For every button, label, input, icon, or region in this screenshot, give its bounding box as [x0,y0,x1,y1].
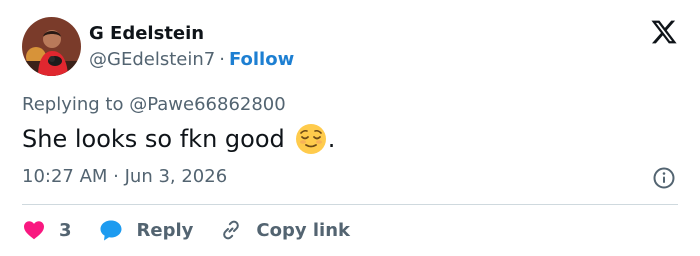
author-name[interactable]: G Edelstein [89,22,204,46]
divider [22,204,678,205]
reply-button[interactable]: Reply [98,218,194,242]
x-logo-icon[interactable] [650,18,678,46]
follow-button[interactable]: Follow [229,49,294,70]
timestamp[interactable]: 10:27 AM · Jun 3, 2026 [22,165,227,189]
author-handle-row: @GEdelstein7 · Follow [89,48,294,72]
replying-prefix: Replying to [22,94,124,115]
info-icon[interactable] [652,166,676,190]
reply-label: Reply [136,219,194,241]
reply-bubble-icon [100,220,122,241]
separator-dot: · [219,49,225,70]
replying-mention[interactable]: @Pawe66862800 [129,94,286,115]
copy-link-button[interactable]: Copy link [219,218,350,242]
relieved-face-icon [295,124,326,154]
action-bar: 3 Reply Copy link [22,214,376,246]
link-icon [223,220,240,240]
avatar[interactable] [22,17,81,76]
tweet-card: G Edelstein @GEdelstein7 · Follow Replying… [0,0,700,256]
author-handle[interactable]: @GEdelstein7 [89,49,215,70]
copy-link-label: Copy link [256,219,350,241]
heart-icon [24,221,44,240]
like-count: 3 [59,219,72,241]
like-button[interactable]: 3 [22,218,72,242]
tweet-body: She looks so fkn good [22,125,285,153]
tweet-text: She looks so fkn good . [22,123,335,155]
tweet-suffix: . [327,125,336,153]
replying-to: Replying to @Pawe66862800 [22,93,286,117]
